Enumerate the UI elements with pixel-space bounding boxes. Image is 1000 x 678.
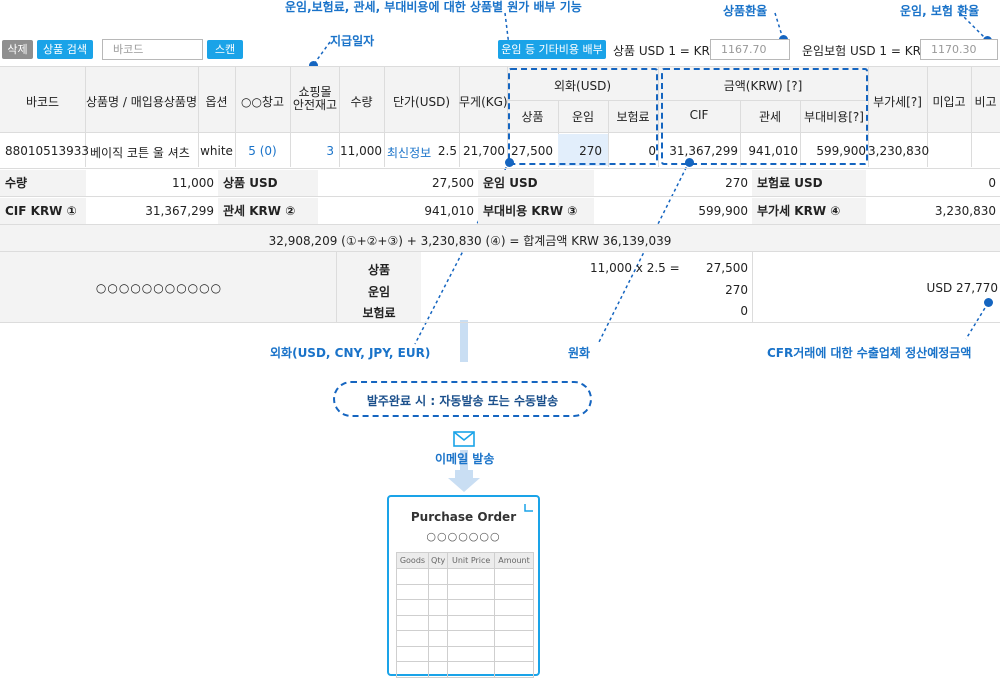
summary-duty-label: 관세 KRW ② xyxy=(218,198,318,224)
summary-freight-label: 운임 USD xyxy=(478,170,594,196)
foreign-currency-annotation: 외화(USD, CNY, JPY, EUR) xyxy=(270,346,431,360)
summary-cif-value: 31,367,299 xyxy=(145,204,214,218)
summary-goods-label: 상품 USD xyxy=(218,170,318,196)
po-row xyxy=(396,661,534,678)
krw-highlight xyxy=(661,68,868,165)
col-barcode: 바코드 xyxy=(25,95,60,109)
po-title: Purchase Order xyxy=(410,510,517,524)
email-send-annotation: 이메일 발송 xyxy=(435,452,495,466)
col-option: 옵션 xyxy=(205,95,228,109)
goods-rate-label: 상품 USD 1 = KRW xyxy=(613,44,722,58)
summary-insurance-label: 보험료 USD xyxy=(752,170,866,196)
freight-rate-input[interactable]: 1170.30 xyxy=(920,39,998,60)
col-unreceived: 미입고 xyxy=(932,95,966,109)
summary-vat-label: 부가세 KRW ④ xyxy=(752,198,866,224)
po-row xyxy=(396,568,534,585)
po-row xyxy=(396,645,534,662)
settlement-goods-value: 27,500 xyxy=(706,261,748,275)
settlement-goods-label: 상품 xyxy=(367,263,391,277)
envelope-icon xyxy=(453,431,475,447)
row-vat: 3,230,830 xyxy=(868,144,930,158)
row-qty: 11,000 xyxy=(340,144,382,158)
summary-total-row: 32,908,209 (①+②+③) + 3,230,830 (④) = 합계금… xyxy=(0,225,1000,252)
summary-qty-label: 수량 xyxy=(0,170,86,196)
po-table: Goods Qty Unit Price Amount xyxy=(396,552,534,678)
order-complete-text: 발주완료 시 : 자동발송 또는 수동발송 xyxy=(366,394,559,408)
summary-freight-value: 270 xyxy=(725,176,748,190)
col-safety-stock: 쇼핑몰 안전재고 xyxy=(292,85,338,112)
summary-extra-value: 599,900 xyxy=(698,204,748,218)
row-barcode: 88010513933 xyxy=(5,144,89,158)
settlement-freight-label: 운임 xyxy=(367,285,391,299)
grid-line xyxy=(384,66,385,167)
payment-date-annotation: 지급일자 xyxy=(330,34,375,48)
po-row xyxy=(396,630,534,647)
po-row xyxy=(396,599,534,616)
col-remark: 비고 xyxy=(974,95,997,109)
settlement-insurance-value: 0 xyxy=(740,304,748,318)
col-weight: 무게(KG) xyxy=(459,95,508,109)
po-row xyxy=(396,614,534,631)
goods-rate-input[interactable]: 1167.70 xyxy=(710,39,790,60)
purchase-order-document: Purchase Order ○○○○○○○ Goods Qty Unit Pr… xyxy=(387,495,540,678)
col-vat: 부가세[?] xyxy=(873,95,922,109)
annotation-dot xyxy=(685,158,694,167)
settlement-goods-formula: 11,000 x 2.5 = xyxy=(590,261,680,275)
settlement-total: USD 27,770 xyxy=(926,281,998,295)
cfr-annotation: CFR거래에 대한 수출업체 정산예정금액 xyxy=(767,346,972,360)
annotation-dot xyxy=(984,298,993,307)
krw-annotation: 원화 xyxy=(568,346,591,360)
freight-rate-annotation: 운임, 보험 환율 xyxy=(900,4,980,18)
col-unit-price: 단가(USD) xyxy=(392,95,451,109)
goods-rate-annotation: 상품환율 xyxy=(723,4,768,18)
scan-button[interactable]: 스캔 xyxy=(207,40,243,59)
settlement-freight-value: 270 xyxy=(725,283,748,297)
po-row xyxy=(396,583,534,600)
row-warehouse-stock[interactable]: 5 (0) xyxy=(235,144,290,158)
col-warehouse: ○○창고 xyxy=(240,95,285,109)
row-unit-price: 2.5 xyxy=(437,144,457,158)
row-option: white xyxy=(200,144,233,158)
summary-cif-label: CIF KRW ① xyxy=(0,198,86,224)
po-col-qty: Qty xyxy=(427,552,449,569)
product-search-button[interactable]: 상품 검색 xyxy=(37,40,93,59)
row-weight: 21,700 xyxy=(463,144,505,158)
grid-line xyxy=(752,252,753,322)
summary-row-1: 수량 11,000 상품 USD 27,500 운임 USD 270 보험료 U… xyxy=(0,168,1000,197)
delete-button[interactable]: 삭제 xyxy=(2,40,33,59)
summary-insurance-value: 0 xyxy=(988,176,996,190)
summary-row-2: CIF KRW ① 31,367,299 관세 KRW ② 941,010 부대… xyxy=(0,197,1000,225)
summary-total-line: 32,908,209 (①+②+③) + 3,230,830 (④) = 합계금… xyxy=(268,234,672,248)
distribute-costs-button[interactable]: 운임 등 기타비용 배부 xyxy=(498,40,606,59)
summary-vat-value: 3,230,830 xyxy=(934,204,996,218)
po-col-goods: Goods xyxy=(396,552,429,569)
row-safety-stock[interactable]: 3 xyxy=(290,144,334,158)
col-qty: 수량 xyxy=(350,95,373,109)
annotation-dot xyxy=(505,158,514,167)
settlement-insurance-label: 보험료 xyxy=(362,306,396,320)
po-col-amount: Amount xyxy=(494,552,534,569)
supplier-name: ○○○○○○○○○○○ xyxy=(95,281,223,295)
price-info-link[interactable]: 최신정보 xyxy=(387,144,431,161)
summary-duty-value: 941,010 xyxy=(424,204,474,218)
freight-rate-label: 운임보험 USD 1 = KRW xyxy=(802,44,933,58)
summary-extra-label: 부대비용 KRW ③ xyxy=(478,198,594,224)
po-subtitle: ○○○○○○○ xyxy=(426,530,501,543)
summary-goods-value: 27,500 xyxy=(432,176,474,190)
row-product-name: 베이직 코튼 울 셔츠 xyxy=(90,146,190,160)
col-name: 상품명 / 매입용상품명 xyxy=(85,95,198,109)
po-col-unit-price: Unit Price xyxy=(447,552,496,569)
foreign-currency-highlight xyxy=(508,68,658,165)
grid-line xyxy=(971,66,972,167)
barcode-input[interactable]: 바코드 xyxy=(102,39,203,60)
cost-distribution-annotation: 운임,보험료, 관세, 부대비용에 대한 상품별 원가 배부 기능 xyxy=(285,0,582,14)
order-complete-pill: 발주완료 시 : 자동발송 또는 수동발송 xyxy=(333,381,592,417)
summary-qty-value: 11,000 xyxy=(172,176,214,190)
settlement-block: ○○○○○○○○○○○ 상품 운임 보험료 11,000 x 2.5 = 27,… xyxy=(0,252,1000,323)
